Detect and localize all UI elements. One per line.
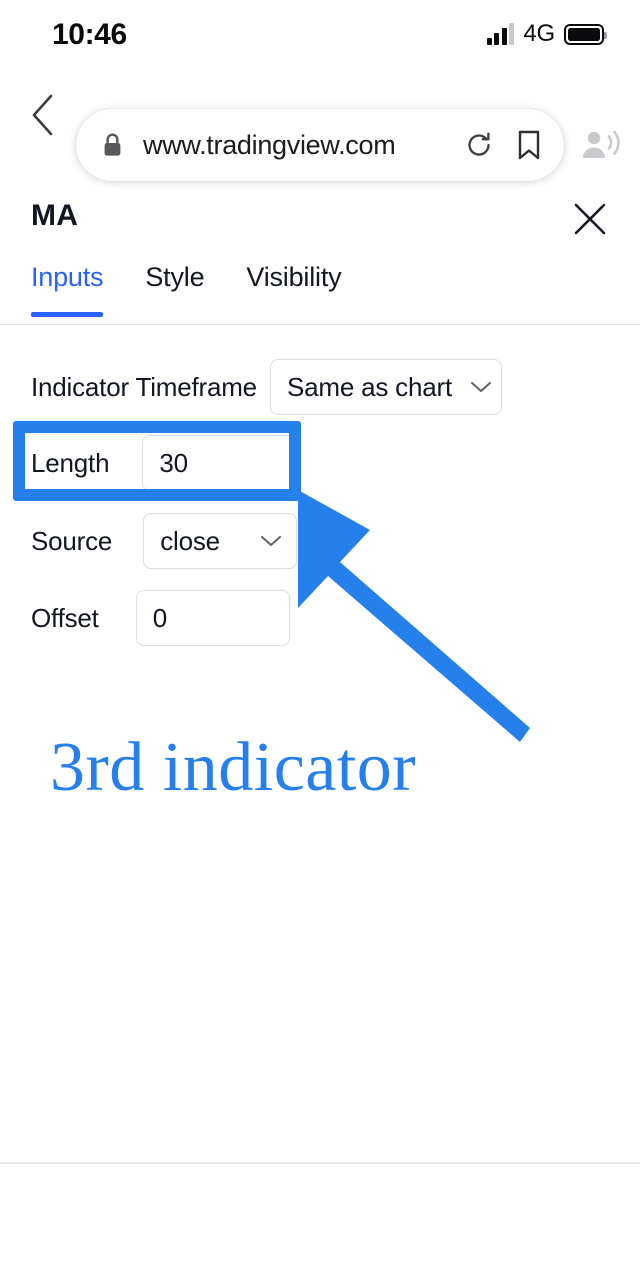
reload-icon[interactable] (464, 130, 494, 160)
offset-input-value: 0 (152, 602, 167, 633)
page-title: MA (31, 199, 79, 232)
tab-style[interactable]: Style (145, 262, 204, 317)
field-row-length: Length 30 (31, 432, 297, 494)
label-source: Source (31, 525, 113, 556)
close-icon[interactable] (566, 195, 614, 243)
voice-search-icon[interactable] (579, 122, 625, 168)
address-bar[interactable]: www.tradingview.com (76, 109, 564, 181)
lock-icon (102, 132, 123, 158)
status-bar-clock: 10:46 (52, 18, 127, 51)
phone-screen: 10:46 4G www.tradingview.com MA Inputs S… (0, 0, 640, 1265)
select-indicator-timeframe-value: Same as chart (286, 371, 452, 402)
annotation-label: 3rd indicator (50, 729, 417, 806)
label-length: Length (31, 447, 110, 478)
length-input-value: 30 (159, 447, 188, 478)
length-input[interactable]: 30 (142, 435, 297, 491)
signal-bars-icon (486, 23, 515, 45)
chevron-down-icon (260, 534, 282, 548)
field-row-indicator-timeframe: Indicator Timeframe Same as chart (31, 356, 502, 418)
browser-toolbar: www.tradingview.com (0, 66, 640, 181)
select-indicator-timeframe[interactable]: Same as chart (269, 359, 502, 415)
url-text[interactable]: www.tradingview.com (143, 130, 464, 161)
chevron-down-icon (470, 380, 492, 394)
label-indicator-timeframe: Indicator Timeframe (31, 371, 257, 402)
tabs-divider (0, 324, 640, 325)
field-row-offset: Offset 0 (31, 587, 290, 649)
bookmark-icon[interactable] (516, 129, 542, 161)
network-type-label: 4G (523, 20, 555, 47)
tab-bar: Inputs Style Visibility (0, 262, 640, 324)
select-source[interactable]: close (143, 513, 298, 569)
select-source-value: close (160, 525, 220, 556)
battery-full-icon (564, 23, 607, 45)
status-bar-indicators: 4G (486, 20, 607, 48)
tab-visibility[interactable]: Visibility (246, 262, 341, 317)
offset-input[interactable]: 0 (135, 590, 290, 646)
status-bar: 10:46 4G (0, 0, 640, 66)
dialog-footer: Cancel Ok (0, 1164, 640, 1265)
chevron-left-icon[interactable] (22, 91, 62, 139)
arrow-up-left-icon (280, 480, 560, 750)
field-row-source: Source close (31, 510, 298, 572)
tab-inputs[interactable]: Inputs (31, 262, 104, 317)
label-offset: Offset (31, 602, 99, 633)
